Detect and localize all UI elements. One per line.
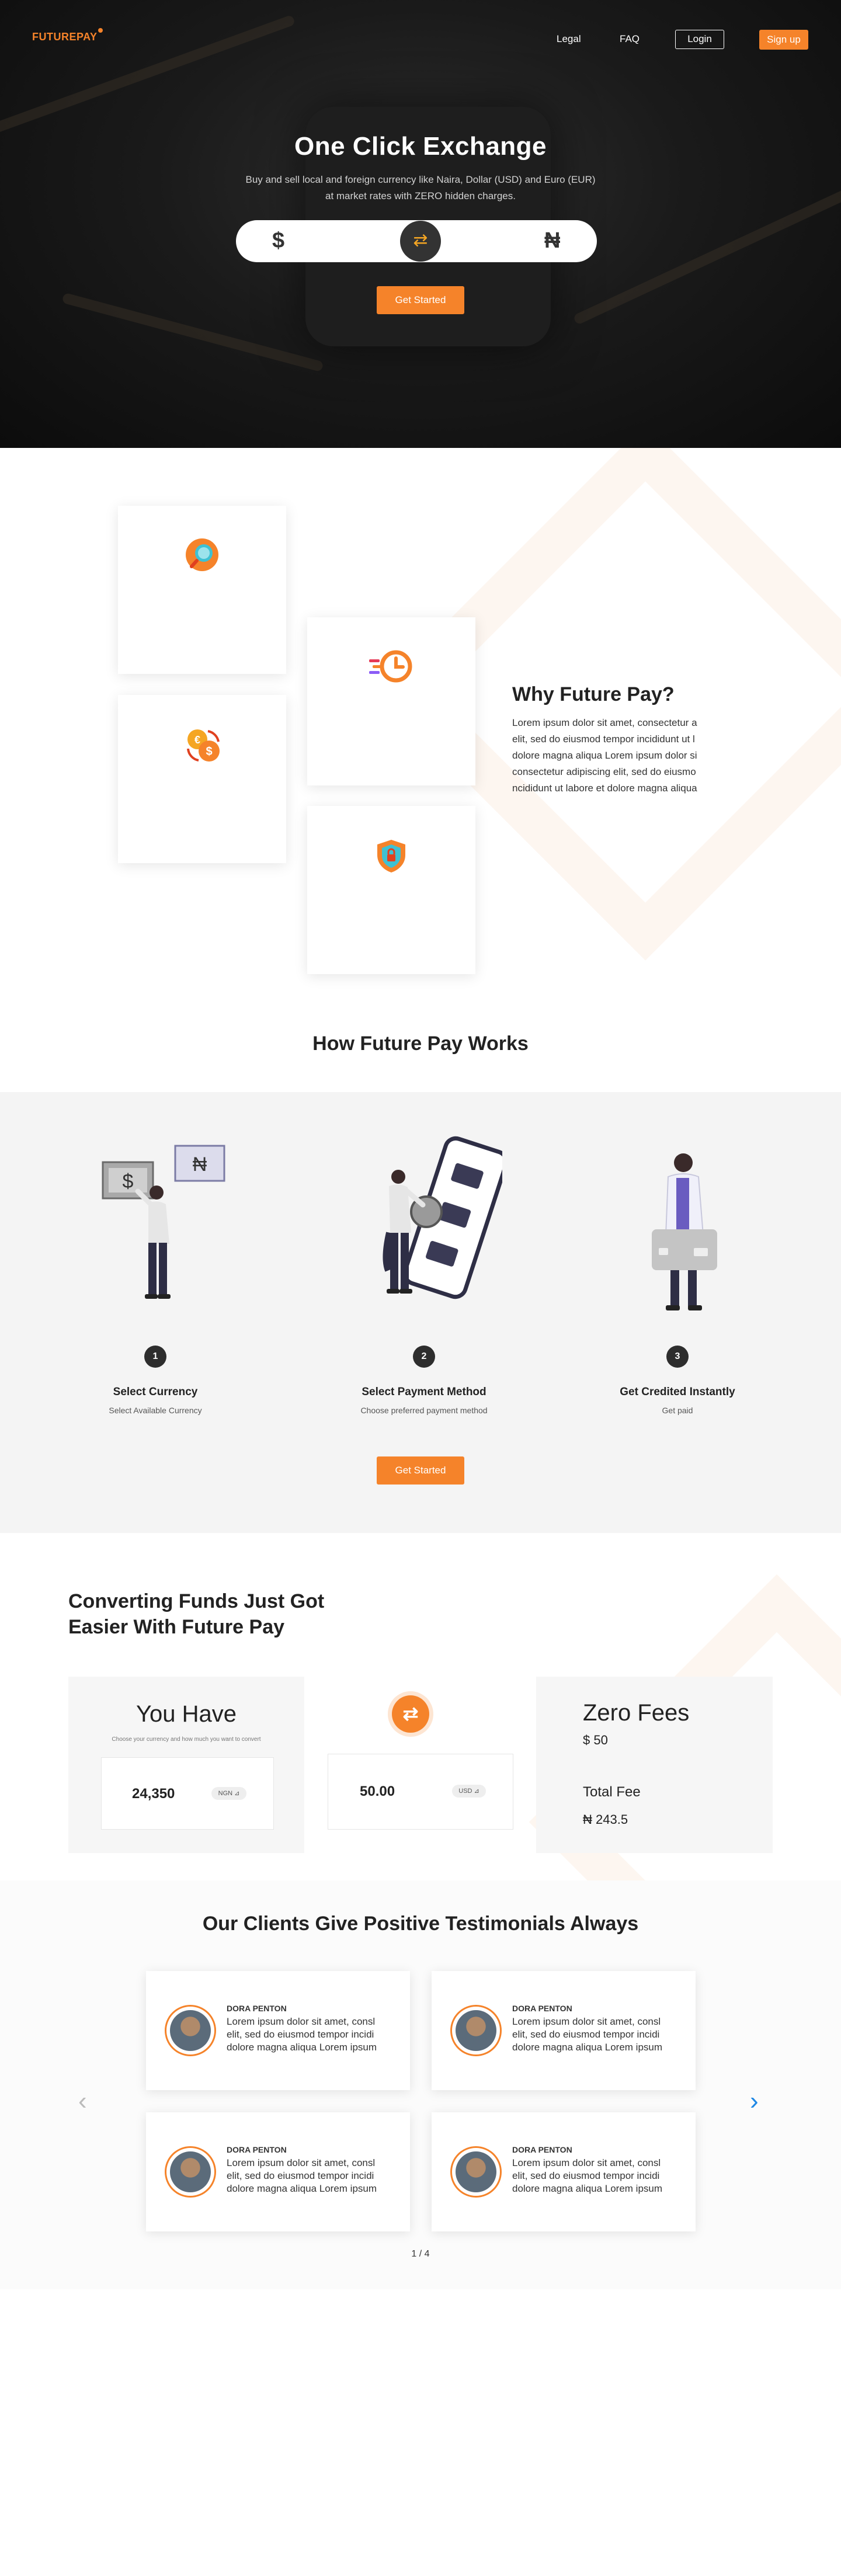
total-fee-label: Total Fee: [583, 1784, 641, 1800]
testimonial-card: DORA PENTON Lorem ipsum dolor sit amet, …: [146, 2112, 410, 2231]
hero-subtitle: Buy and sell local and foreign currency …: [245, 174, 596, 201]
avatar: [165, 2005, 216, 2056]
step-number-2: 2: [413, 1346, 435, 1368]
get-amount-field[interactable]: 50.00 USD ⊿: [328, 1754, 513, 1830]
feature-card-search: [118, 506, 286, 674]
nav-link-legal[interactable]: Legal: [557, 33, 581, 45]
step-title-3: Get Credited Instantly: [620, 1386, 735, 1398]
testimonial-card: DORA PENTON Lorem ipsum dolor sit amet, …: [432, 2112, 696, 2231]
avatar: [450, 2146, 502, 2198]
converter-swap-icon[interactable]: ⇄: [388, 1691, 433, 1737]
select-currency-illustration: $ ₦: [102, 1145, 225, 1299]
from-currency-dollar[interactable]: $: [272, 228, 284, 253]
step-number-3: 3: [666, 1346, 689, 1368]
testimonial-text: Lorem ipsum dolor sit amet, consl elit, …: [227, 2016, 377, 2053]
feature-card-speed: [307, 617, 475, 785]
testimonial-text: Lorem ipsum dolor sit amet, consl elit, …: [227, 2157, 377, 2194]
testimonials-section: [0, 1880, 841, 2289]
testimonial-text: Lorem ipsum dolor sit amet, consl elit, …: [512, 2157, 663, 2194]
get-amount-value: 50.00: [360, 1784, 395, 1799]
svg-text:$: $: [206, 745, 212, 758]
hero-title: One Click Exchange: [294, 132, 547, 161]
feature-card-exchange: € $: [118, 695, 286, 863]
fees-panel: Zero Fees $ 50 Total Fee ₦ 243.5: [536, 1677, 773, 1853]
hero-get-started-button[interactable]: Get Started: [377, 286, 464, 314]
currency-exchange-icon: € $: [187, 729, 220, 762]
zero-fees-label: Zero Fees: [583, 1700, 690, 1726]
how-title: How Future Pay Works: [312, 1033, 529, 1055]
testimonial-name: DORA PENTON: [512, 2145, 572, 2154]
total-fee-value: ₦ 243.5: [583, 1812, 628, 1827]
get-credited-illustration: [652, 1153, 717, 1310]
carousel-next-icon[interactable]: ›: [750, 2088, 759, 2114]
testimonial-name: DORA PENTON: [227, 2004, 287, 2013]
have-amount-value: 24,350: [132, 1786, 175, 1802]
step-number-1: 1: [144, 1346, 166, 1368]
you-have-label: You Have: [136, 1701, 237, 1727]
step-title-2: Select Payment Method: [362, 1386, 486, 1398]
naira-card: ₦: [193, 1153, 207, 1176]
svg-text:€: €: [194, 734, 200, 746]
swap-icon[interactable]: ⇄: [400, 221, 441, 262]
how-get-started-button[interactable]: Get Started: [377, 1456, 464, 1485]
avatar: [165, 2146, 216, 2198]
search-icon: [186, 538, 218, 571]
get-currency-select[interactable]: USD ⊿: [452, 1785, 486, 1798]
signup-button[interactable]: Sign up: [759, 30, 808, 50]
to-currency-naira[interactable]: ₦: [544, 228, 560, 253]
dollar-card: $: [123, 1170, 134, 1193]
have-amount-field[interactable]: 24,350 NGN ⊿: [101, 1757, 274, 1830]
carousel-prev-icon[interactable]: ‹: [78, 2088, 87, 2114]
testimonial-card: DORA PENTON Lorem ipsum dolor sit amet, …: [432, 1971, 696, 2090]
testimonial-card: DORA PENTON Lorem ipsum dolor sit amet, …: [146, 1971, 410, 2090]
why-description: Lorem ipsum dolor sit amet, consectetur …: [512, 717, 697, 794]
testimonial-name: DORA PENTON: [227, 2145, 287, 2154]
testimonials-title: Our Clients Give Positive Testimonials A…: [202, 1913, 639, 1935]
why-title: Why Future Pay?: [512, 683, 675, 705]
fast-clock-icon: [369, 650, 412, 683]
step-sub-3: Get paid: [662, 1406, 693, 1415]
testimonial-text: Lorem ipsum dolor sit amet, consl elit, …: [512, 2016, 663, 2053]
step-sub-2: Choose preferred payment method: [360, 1406, 488, 1415]
converter-hint: Choose your currency and how much you wa…: [112, 1736, 261, 1743]
feature-card-security: [307, 806, 475, 974]
hero-section: FUTUREPAY Legal FAQ Login Sign up One Cl…: [0, 0, 841, 448]
testimonial-name: DORA PENTON: [512, 2004, 572, 2013]
step-sub-1: Select Available Currency: [109, 1406, 202, 1415]
step-title-1: Select Currency: [113, 1386, 198, 1398]
security-shield-icon: [377, 840, 405, 872]
login-button[interactable]: Login: [675, 30, 724, 49]
how-section: $ ₦ 1 Select Currency Select Available C…: [0, 1092, 841, 1533]
swap-icon: ⇄: [392, 1695, 429, 1733]
logo[interactable]: FUTUREPAY: [32, 28, 103, 43]
have-currency-select[interactable]: NGN ⊿: [211, 1787, 246, 1800]
converter-title: Converting Funds Just Got Easier With Fu…: [68, 1590, 325, 1638]
fee-amount: $ 50: [583, 1733, 608, 1747]
carousel-pager: 1 / 4: [411, 2249, 430, 2259]
nav-link-faq[interactable]: FAQ: [620, 33, 640, 45]
exchange-selector: $ ⇄ ₦: [236, 220, 597, 262]
payment-method-illustration: [383, 1136, 502, 1299]
you-have-panel: You Have Choose your currency and how mu…: [68, 1677, 304, 1853]
avatar: [450, 2005, 502, 2056]
